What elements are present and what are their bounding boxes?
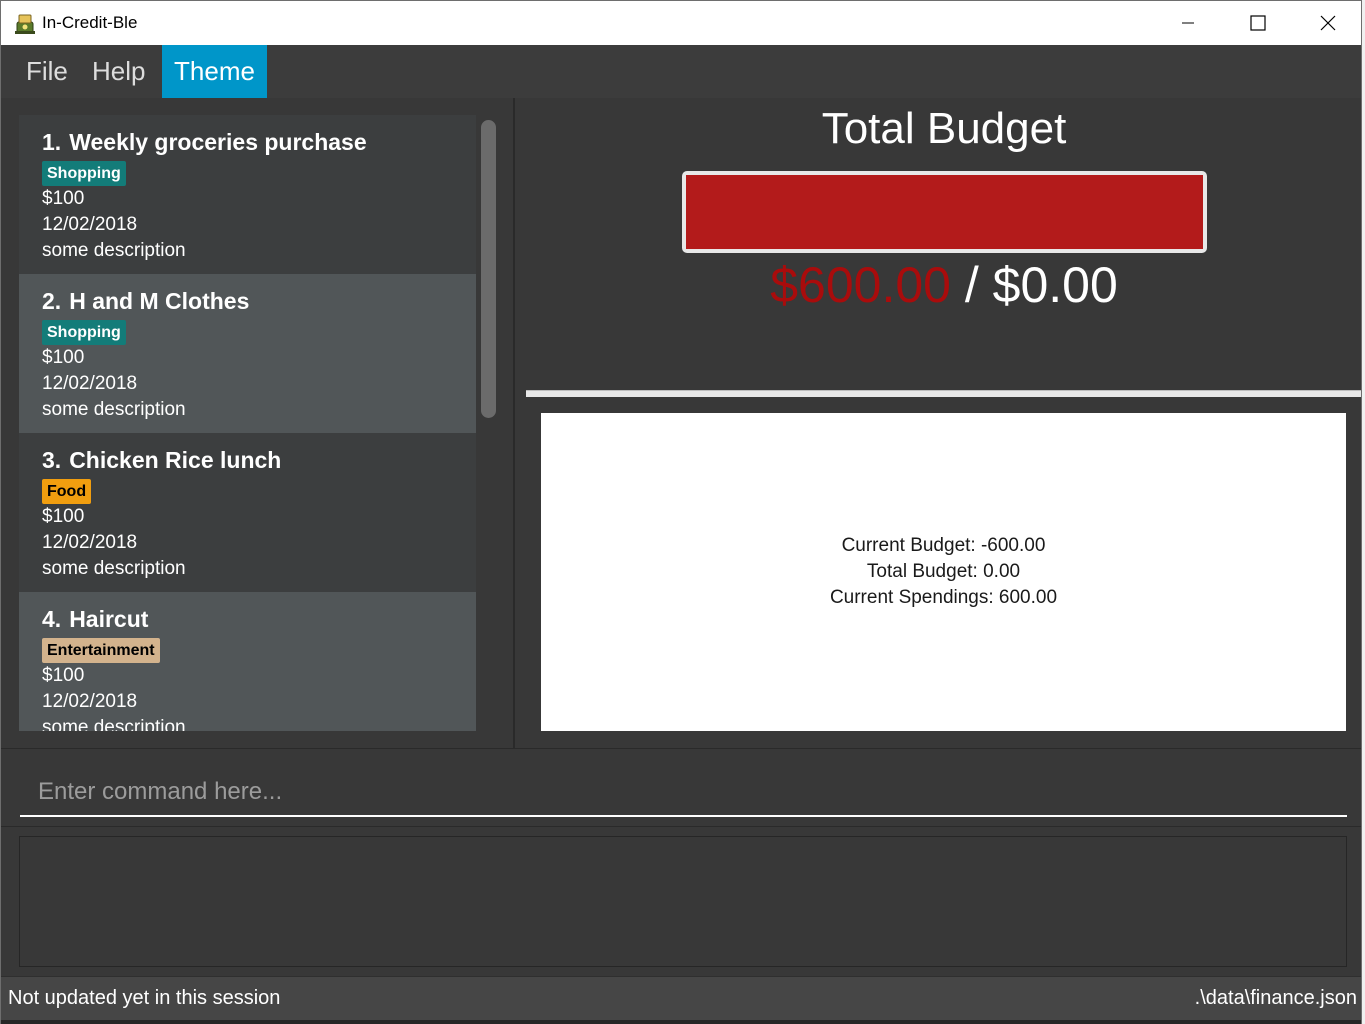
main-area: 1. Weekly groceries purchase Shopping $10… [1,98,1361,748]
expense-index: 1. [42,129,62,155]
app-window: In-Credit-Ble File Help Theme 1. Weekly g… [0,0,1362,1024]
budget-progress-fill [686,175,1203,249]
budget-spent: $600.00 [770,257,951,313]
expense-card[interactable]: 4. Haircut Entertainment $100 12/02/2018 … [19,592,476,731]
expense-list[interactable]: 1. Weekly groceries purchase Shopping $10… [19,115,476,731]
expense-amount: $100 [42,506,85,527]
menu-file[interactable]: File [14,45,80,98]
expense-title: 2. H and M Clothes [42,284,453,318]
category-tag: Food [42,479,92,504]
current-budget-text: Current Budget: -600.00 [841,535,1046,556]
expense-date: 12/02/2018 [42,373,138,394]
budget-title: Total Budget [821,104,1067,153]
expense-description: some description [42,717,186,731]
expense-card[interactable]: 1. Weekly groceries purchase Shopping $10… [19,115,476,274]
expense-index: 4. [42,606,62,632]
command-input[interactable] [20,769,1347,817]
category-tag: Shopping [42,320,126,345]
menu-bar: File Help Theme [1,45,1361,98]
expense-description: some description [42,558,186,579]
expense-title: 3. Chicken Rice lunch [42,443,453,477]
expense-date: 12/02/2018 [42,532,138,553]
budget-values: $600.00 / $0.00 [517,256,1361,314]
expense-list-pane: 1. Weekly groceries purchase Shopping $10… [1,98,515,748]
total-budget-text: Total Budget: 0.00 [866,561,1021,582]
result-display[interactable] [19,836,1347,967]
window-title: In-Credit-Ble [42,13,138,32]
expense-card[interactable]: 3. Chicken Rice lunch Food $100 12/02/201… [19,433,476,592]
command-area [1,748,1361,826]
menu-help[interactable]: Help [80,45,157,98]
category-tag: Shopping [42,161,126,186]
expense-index: 3. [42,447,62,473]
expense-amount: $100 [42,188,85,209]
list-scrollbar[interactable] [481,120,496,418]
expense-name: Haircut [69,606,149,632]
status-bar: Not updated yet in this session .\data\f… [1,976,1361,1020]
expense-title: 4. Haircut [42,602,453,636]
expense-amount: $100 [42,665,85,686]
save-location: .\data\finance.json [1194,987,1357,1009]
expense-description: some description [42,399,186,420]
maximize-button[interactable] [1223,1,1293,45]
close-icon [1320,15,1336,31]
app-logo-icon [15,14,35,34]
pane-divider[interactable] [526,390,1361,397]
expense-index: 2. [42,288,62,314]
expense-date: 12/02/2018 [42,691,138,712]
expense-amount: $100 [42,347,85,368]
expense-name: H and M Clothes [69,288,250,314]
window-bottom-edge [1,1020,1361,1024]
current-spendings-text: Current Spendings: 600.00 [829,587,1058,608]
expense-description: some description [42,240,186,261]
expense-name: Weekly groceries purchase [69,129,367,155]
expense-name: Chicken Rice lunch [69,447,282,473]
close-button[interactable] [1293,1,1361,45]
sync-status: Not updated yet in this session [8,987,281,1009]
expense-card[interactable]: 2. H and M Clothes Shopping $100 12/02/20… [19,274,476,433]
budget-separator: / [950,257,993,313]
minimize-button[interactable] [1153,1,1223,45]
expense-date: 12/02/2018 [42,214,138,235]
result-area [1,826,1361,976]
title-bar[interactable]: In-Credit-Ble [1,0,1361,45]
minimize-icon [1182,22,1194,24]
expense-title: 1. Weekly groceries purchase [42,125,453,159]
budget-info-panel: Current Budget: -600.00 Total Budget: 0.… [541,413,1346,731]
budget-total: $0.00 [992,257,1118,313]
category-tag: Entertainment [42,638,160,663]
budget-progress-bar [682,171,1207,253]
maximize-icon [1250,15,1266,31]
budget-pane: Total Budget $600.00 / $0.00 Current Bud… [517,98,1361,748]
menu-theme[interactable]: Theme [162,45,267,98]
